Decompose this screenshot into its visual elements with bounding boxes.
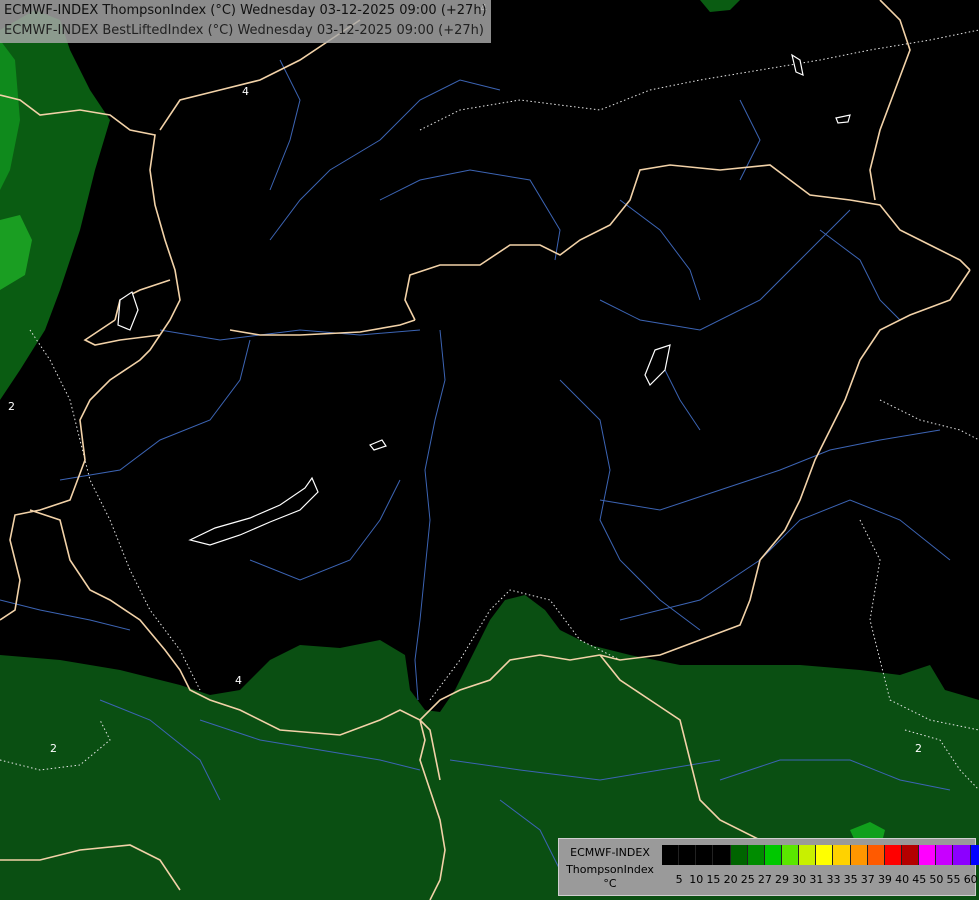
legend-tick-label: 29 xyxy=(775,873,790,886)
map-title-secondary: ECMWF-INDEX BestLiftedIndex (°C) Wednesd… xyxy=(4,23,484,38)
legend-swatch xyxy=(919,845,937,865)
legend-tick-label: 50 xyxy=(929,873,944,886)
legend-swatches xyxy=(662,845,979,865)
legend-swatch xyxy=(679,845,697,865)
legend-swatch xyxy=(850,845,868,865)
legend-swatch xyxy=(936,845,954,865)
legend-swatch xyxy=(799,845,817,865)
color-legend: ECMWF-INDEX ThompsonIndex °C 5 10 15 20 25 27… xyxy=(558,838,979,896)
legend-swatch xyxy=(953,845,971,865)
legend-unit: °C xyxy=(603,877,617,890)
legend-swatch xyxy=(764,845,782,865)
contour-label: 4 xyxy=(242,85,249,98)
contour-label: 2 xyxy=(50,742,57,755)
contour-label: 4 xyxy=(235,674,242,687)
legend-swatch xyxy=(713,845,731,865)
legend-swatch xyxy=(884,845,902,865)
legend-tick-label: 60 xyxy=(963,873,978,886)
legend-ticks: 5 10 15 20 25 27 29 30 31 33 35 37 39 40 45 50 55 60 xyxy=(662,873,978,887)
legend-tick-label: 30 xyxy=(792,873,807,886)
legend-tick-label: 39 xyxy=(877,873,892,886)
legend-swatch xyxy=(970,845,979,865)
legend-parameter: ThompsonIndex xyxy=(566,863,654,876)
legend-tick-label: 5 xyxy=(675,873,683,886)
legend-tick-label: 37 xyxy=(860,873,875,886)
legend-tick-label: 45 xyxy=(912,873,927,886)
legend-swatch xyxy=(747,845,765,865)
legend-tick-label: 27 xyxy=(757,873,772,886)
legend-tick-label: 40 xyxy=(895,873,910,886)
map-title-primary: ECMWF-INDEX ThompsonIndex (°C) Wednesday… xyxy=(4,3,487,18)
legend-tick-label: 33 xyxy=(826,873,841,886)
legend-swatch xyxy=(781,845,800,865)
legend-swatch xyxy=(816,845,834,865)
legend-swatch xyxy=(833,845,851,865)
legend-swatch xyxy=(901,845,920,865)
contour-label: 2 xyxy=(8,400,15,413)
contour-label: 2 xyxy=(915,742,922,755)
legend-tick-label: 20 xyxy=(723,873,738,886)
legend-tick-label: 35 xyxy=(843,873,858,886)
legend-tick-label: 15 xyxy=(706,873,721,886)
legend-swatch xyxy=(867,845,885,865)
legend-swatch xyxy=(730,845,748,865)
legend-swatch xyxy=(696,845,714,865)
legend-swatch xyxy=(662,845,680,865)
legend-tick-label: 31 xyxy=(809,873,824,886)
legend-tick-label: 55 xyxy=(946,873,961,886)
map-title-box: ECMWF-INDEX ThompsonIndex (°C) Wednesday… xyxy=(0,0,491,43)
weather-map: 4 2 4 2 2 4 xyxy=(0,0,979,900)
legend-model: ECMWF-INDEX xyxy=(570,846,650,859)
legend-tick-label: 10 xyxy=(689,873,704,886)
legend-tick-label: 25 xyxy=(740,873,755,886)
